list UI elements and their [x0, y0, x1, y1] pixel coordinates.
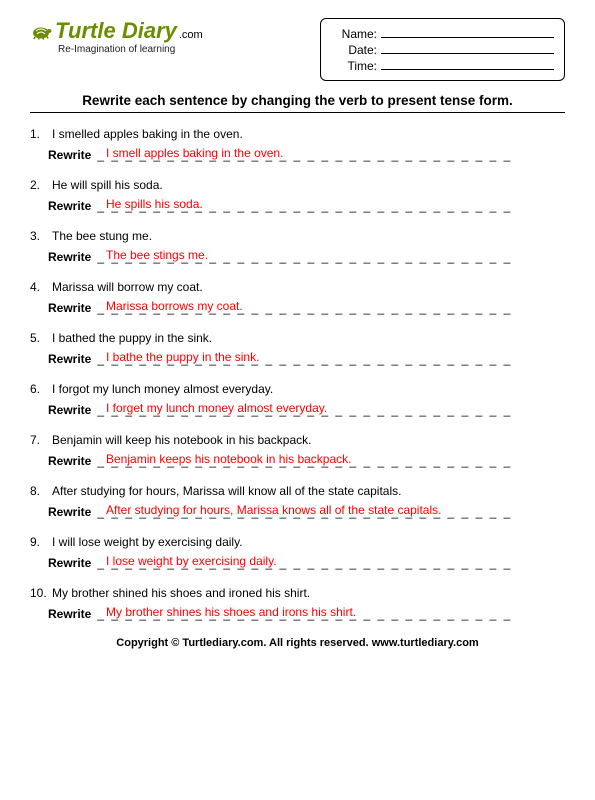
question-prompt: 6. I forgot my lunch money almost everyda… — [30, 382, 565, 396]
question-text: I forgot my lunch money almost everyday. — [52, 382, 273, 396]
date-label: Date: — [331, 43, 377, 57]
rewrite-label: Rewrite — [48, 250, 91, 264]
answer-text: I forget my lunch money almost everyday. — [106, 401, 327, 415]
rewrite-row: Rewrite_ _ _ _ _ _ _ _ _ _ _ _ _ _ _ _ _… — [48, 148, 565, 162]
question-number: 8. — [30, 484, 48, 498]
question-prompt: 2. He will spill his soda. — [30, 178, 565, 192]
question-text: Marissa will borrow my coat. — [52, 280, 203, 294]
question-number: 4. — [30, 280, 48, 294]
name-label: Name: — [331, 27, 377, 41]
question-text: The bee stung me. — [52, 229, 152, 243]
question-number: 2. — [30, 178, 48, 192]
question-prompt: 1. I smelled apples baking in the oven. — [30, 127, 565, 141]
answer-text: He spills his soda. — [106, 197, 203, 211]
meta-time-row: Time: — [331, 58, 554, 73]
question-prompt: 5. I bathed the puppy in the sink. — [30, 331, 565, 345]
divider-line — [30, 112, 565, 113]
name-field-line[interactable] — [381, 26, 554, 38]
question-number: 7. — [30, 433, 48, 447]
answer-text: The bee stings me. — [106, 248, 208, 262]
question-list: 1. I smelled apples baking in the oven. Re… — [30, 127, 565, 621]
rewrite-row: Rewrite_ _ _ _ _ _ _ _ _ _ _ _ _ _ _ _ _… — [48, 403, 565, 417]
question-text: After studying for hours, Marissa will k… — [52, 484, 401, 498]
question-prompt: 8. After studying for hours, Marissa will… — [30, 484, 565, 498]
time-field-line[interactable] — [381, 58, 554, 70]
answer-text: After studying for hours, Marissa knows … — [106, 503, 441, 517]
rewrite-row: Rewrite_ _ _ _ _ _ _ _ _ _ _ _ _ _ _ _ _… — [48, 199, 565, 213]
logo-block: Turtle Diary.com Re-Imagination of learn… — [30, 18, 203, 55]
question-number: 6. — [30, 382, 48, 396]
question-number: 10. — [30, 586, 48, 600]
rewrite-row: Rewrite_ _ _ _ _ _ _ _ _ _ _ _ _ _ _ _ _… — [48, 607, 565, 621]
meta-name-row: Name: — [331, 26, 554, 41]
rewrite-row: Rewrite_ _ _ _ _ _ _ _ _ _ _ _ _ _ _ _ _… — [48, 505, 565, 519]
question-text: I smelled apples baking in the oven. — [52, 127, 243, 141]
question-item: 10. My brother shined his shoes and irone… — [30, 586, 565, 621]
meta-box: Name: Date: Time: — [320, 18, 565, 81]
logo-text-2: urtle Diary — [68, 18, 177, 43]
logo-text-1: T — [55, 18, 68, 43]
header-row: Turtle Diary.com Re-Imagination of learn… — [30, 18, 565, 81]
question-item: 9. I will lose weight by exercising daily… — [30, 535, 565, 570]
question-prompt: 9. I will lose weight by exercising daily… — [30, 535, 565, 549]
question-item: 1. I smelled apples baking in the oven. Re… — [30, 127, 565, 162]
rewrite-label: Rewrite — [48, 403, 91, 417]
question-item: 3. The bee stung me. Rewrite_ _ _ _ _ _ _ … — [30, 229, 565, 264]
answer-text: I smell apples baking in the oven. — [106, 146, 283, 160]
question-text: My brother shined his shoes and ironed h… — [52, 586, 310, 600]
question-item: 5. I bathed the puppy in the sink. Rewrite… — [30, 331, 565, 366]
question-number: 9. — [30, 535, 48, 549]
question-item: 2. He will spill his soda. Rewrite_ _ _ _ … — [30, 178, 565, 213]
rewrite-row: Rewrite_ _ _ _ _ _ _ _ _ _ _ _ _ _ _ _ _… — [48, 352, 565, 366]
question-number: 3. — [30, 229, 48, 243]
question-text: He will spill his soda. — [52, 178, 163, 192]
rewrite-row: Rewrite_ _ _ _ _ _ _ _ _ _ _ _ _ _ _ _ _… — [48, 250, 565, 264]
question-text: I will lose weight by exercising daily. — [52, 535, 243, 549]
instruction-text: Rewrite each sentence by changing the ve… — [30, 93, 565, 108]
question-item: 6. I forgot my lunch money almost everyda… — [30, 382, 565, 417]
question-text: Benjamin will keep his notebook in his b… — [52, 433, 311, 447]
time-label: Time: — [331, 59, 377, 73]
rewrite-row: Rewrite_ _ _ _ _ _ _ _ _ _ _ _ _ _ _ _ _… — [48, 301, 565, 315]
answer-text: Benjamin keeps his notebook in his backp… — [106, 452, 351, 466]
question-prompt: 4. Marissa will borrow my coat. — [30, 280, 565, 294]
answer-text: Marissa borrows my coat. — [106, 299, 243, 313]
question-prompt: 10. My brother shined his shoes and irone… — [30, 586, 565, 600]
question-number: 1. — [30, 127, 48, 141]
meta-date-row: Date: — [331, 42, 554, 57]
question-number: 5. — [30, 331, 48, 345]
turtle-icon — [30, 20, 52, 46]
question-item: 8. After studying for hours, Marissa will… — [30, 484, 565, 519]
rewrite-label: Rewrite — [48, 454, 91, 468]
question-text: I bathed the puppy in the sink. — [52, 331, 212, 345]
rewrite-label: Rewrite — [48, 556, 91, 570]
rewrite-label: Rewrite — [48, 148, 91, 162]
rewrite-row: Rewrite_ _ _ _ _ _ _ _ _ _ _ _ _ _ _ _ _… — [48, 454, 565, 468]
rewrite-label: Rewrite — [48, 301, 91, 315]
question-item: 4. Marissa will borrow my coat. Rewrite_ _… — [30, 280, 565, 315]
answer-text: I bathe the puppy in the sink. — [106, 350, 259, 364]
rewrite-row: Rewrite_ _ _ _ _ _ _ _ _ _ _ _ _ _ _ _ _… — [48, 556, 565, 570]
question-prompt: 7. Benjamin will keep his notebook in his… — [30, 433, 565, 447]
rewrite-label: Rewrite — [48, 199, 91, 213]
date-field-line[interactable] — [381, 42, 554, 54]
question-item: 7. Benjamin will keep his notebook in his… — [30, 433, 565, 468]
question-prompt: 3. The bee stung me. — [30, 229, 565, 243]
footer-copyright: Copyright © Turtlediary.com. All rights … — [30, 637, 565, 649]
rewrite-label: Rewrite — [48, 607, 91, 621]
rewrite-label: Rewrite — [48, 505, 91, 519]
logo-dotcom: .com — [179, 29, 203, 41]
answer-text: My brother shines his shoes and irons hi… — [106, 605, 356, 619]
answer-text: I lose weight by exercising daily. — [106, 554, 277, 568]
logo: Turtle Diary.com — [30, 18, 203, 46]
rewrite-label: Rewrite — [48, 352, 91, 366]
